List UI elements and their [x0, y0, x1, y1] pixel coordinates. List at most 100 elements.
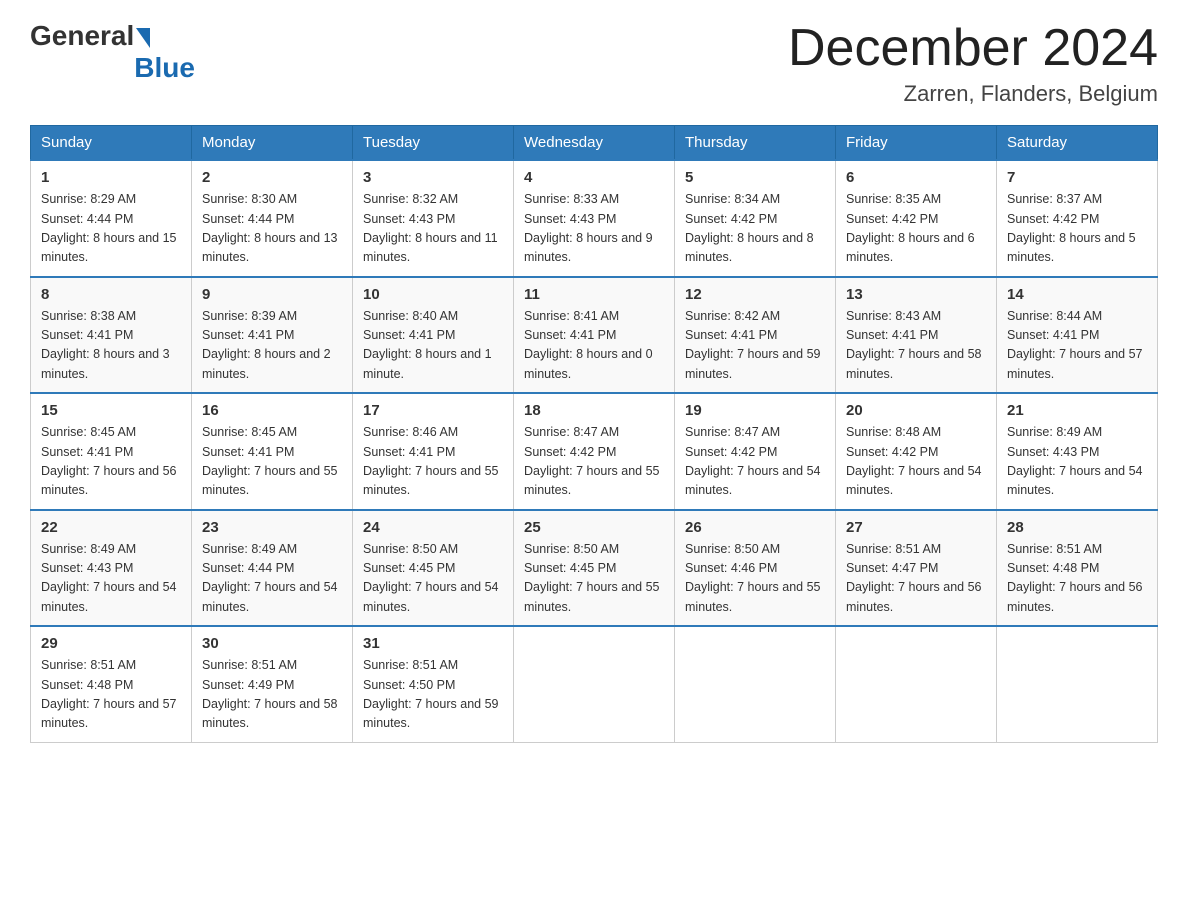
calendar-week-row: 22Sunrise: 8:49 AMSunset: 4:43 PMDayligh…: [31, 510, 1158, 627]
location-subtitle: Zarren, Flanders, Belgium: [788, 81, 1158, 107]
table-row: 22Sunrise: 8:49 AMSunset: 4:43 PMDayligh…: [31, 510, 192, 627]
logo: General General Blue: [30, 20, 195, 84]
day-info: Sunrise: 8:33 AMSunset: 4:43 PMDaylight:…: [524, 190, 664, 268]
table-row: 24Sunrise: 8:50 AMSunset: 4:45 PMDayligh…: [353, 510, 514, 627]
table-row: 21 Sunrise: 8:49 AMSunset: 4:43 PMDayligh…: [997, 393, 1158, 510]
month-title: December 2024: [788, 20, 1158, 77]
title-area: December 2024 Zarren, Flanders, Belgium: [788, 20, 1158, 107]
day-info: Sunrise: 8:30 AMSunset: 4:44 PMDaylight:…: [202, 190, 342, 268]
col-wednesday: Wednesday: [514, 126, 675, 161]
day-info: Sunrise: 8:49 AMSunset: 4:44 PMDaylight:…: [202, 540, 342, 618]
day-number: 4: [524, 169, 664, 186]
table-row: 13 Sunrise: 8:43 AMSunset: 4:41 PMDayligh…: [836, 277, 997, 394]
day-info: Sunrise: 8:51 AMSunset: 4:50 PMDaylight:…: [363, 656, 503, 734]
table-row: 8 Sunrise: 8:38 AMSunset: 4:41 PMDaylight…: [31, 277, 192, 394]
day-number: 25: [524, 519, 664, 536]
day-info: Sunrise: 8:45 AMSunset: 4:41 PMDaylight:…: [202, 423, 342, 501]
day-number: 9: [202, 286, 342, 303]
table-row: 16 Sunrise: 8:45 AMSunset: 4:41 PMDayligh…: [192, 393, 353, 510]
day-number: 29: [41, 635, 181, 652]
day-number: 19: [685, 402, 825, 419]
table-row: 14 Sunrise: 8:44 AMSunset: 4:41 PMDayligh…: [997, 277, 1158, 394]
day-number: 28: [1007, 519, 1147, 536]
day-info: Sunrise: 8:43 AMSunset: 4:41 PMDaylight:…: [846, 307, 986, 385]
day-info: Sunrise: 8:41 AMSunset: 4:41 PMDaylight:…: [524, 307, 664, 385]
table-row: 27 Sunrise: 8:51 AMSunset: 4:47 PMDayligh…: [836, 510, 997, 627]
table-row: 6 Sunrise: 8:35 AMSunset: 4:42 PMDaylight…: [836, 160, 997, 277]
table-row: 4 Sunrise: 8:33 AMSunset: 4:43 PMDaylight…: [514, 160, 675, 277]
day-info: Sunrise: 8:51 AMSunset: 4:48 PMDaylight:…: [1007, 540, 1147, 618]
table-row: [514, 626, 675, 742]
day-number: 18: [524, 402, 664, 419]
col-saturday: Saturday: [997, 126, 1158, 161]
table-row: 18Sunrise: 8:47 AMSunset: 4:42 PMDayligh…: [514, 393, 675, 510]
day-info: Sunrise: 8:50 AMSunset: 4:46 PMDaylight:…: [685, 540, 825, 618]
table-row: 25 Sunrise: 8:50 AMSunset: 4:45 PMDayligh…: [514, 510, 675, 627]
day-number: 13: [846, 286, 986, 303]
day-info: Sunrise: 8:38 AMSunset: 4:41 PMDaylight:…: [41, 307, 181, 385]
day-number: 17: [363, 402, 503, 419]
col-thursday: Thursday: [675, 126, 836, 161]
logo-triangle-icon: [136, 28, 150, 48]
col-tuesday: Tuesday: [353, 126, 514, 161]
table-row: 9 Sunrise: 8:39 AMSunset: 4:41 PMDaylight…: [192, 277, 353, 394]
col-sunday: Sunday: [31, 126, 192, 161]
day-number: 7: [1007, 169, 1147, 186]
day-number: 5: [685, 169, 825, 186]
day-number: 27: [846, 519, 986, 536]
table-row: 28 Sunrise: 8:51 AMSunset: 4:48 PMDayligh…: [997, 510, 1158, 627]
table-row: 11 Sunrise: 8:41 AMSunset: 4:41 PMDayligh…: [514, 277, 675, 394]
day-info: Sunrise: 8:51 AMSunset: 4:49 PMDaylight:…: [202, 656, 342, 734]
table-row: 2 Sunrise: 8:30 AMSunset: 4:44 PMDaylight…: [192, 160, 353, 277]
day-info: Sunrise: 8:45 AMSunset: 4:41 PMDaylight:…: [41, 423, 181, 501]
day-info: Sunrise: 8:51 AMSunset: 4:47 PMDaylight:…: [846, 540, 986, 618]
day-info: Sunrise: 8:51 AMSunset: 4:48 PMDaylight:…: [41, 656, 181, 734]
day-info: Sunrise: 8:49 AMSunset: 4:43 PMDaylight:…: [41, 540, 181, 618]
col-monday: Monday: [192, 126, 353, 161]
day-number: 26: [685, 519, 825, 536]
day-number: 2: [202, 169, 342, 186]
table-row: 20Sunrise: 8:48 AMSunset: 4:42 PMDayligh…: [836, 393, 997, 510]
day-number: 10: [363, 286, 503, 303]
calendar-week-row: 8 Sunrise: 8:38 AMSunset: 4:41 PMDaylight…: [31, 277, 1158, 394]
day-info: Sunrise: 8:37 AMSunset: 4:42 PMDaylight:…: [1007, 190, 1147, 268]
logo-blue-text: Blue: [134, 52, 195, 84]
day-info: Sunrise: 8:50 AMSunset: 4:45 PMDaylight:…: [524, 540, 664, 618]
day-number: 30: [202, 635, 342, 652]
day-number: 15: [41, 402, 181, 419]
logo-general-text: General: [30, 20, 134, 52]
day-info: Sunrise: 8:44 AMSunset: 4:41 PMDaylight:…: [1007, 307, 1147, 385]
calendar-week-row: 29 Sunrise: 8:51 AMSunset: 4:48 PMDayligh…: [31, 626, 1158, 742]
day-number: 8: [41, 286, 181, 303]
table-row: 3Sunrise: 8:32 AMSunset: 4:43 PMDaylight…: [353, 160, 514, 277]
day-info: Sunrise: 8:39 AMSunset: 4:41 PMDaylight:…: [202, 307, 342, 385]
day-number: 21: [1007, 402, 1147, 419]
day-info: Sunrise: 8:34 AMSunset: 4:42 PMDaylight:…: [685, 190, 825, 268]
table-row: [836, 626, 997, 742]
table-row: 12Sunrise: 8:42 AMSunset: 4:41 PMDayligh…: [675, 277, 836, 394]
day-info: Sunrise: 8:49 AMSunset: 4:43 PMDaylight:…: [1007, 423, 1147, 501]
page-header: General General Blue December 2024 Zarre…: [30, 20, 1158, 107]
table-row: 1Sunrise: 8:29 AMSunset: 4:44 PMDaylight…: [31, 160, 192, 277]
day-number: 14: [1007, 286, 1147, 303]
day-number: 6: [846, 169, 986, 186]
day-info: Sunrise: 8:47 AMSunset: 4:42 PMDaylight:…: [685, 423, 825, 501]
table-row: 30 Sunrise: 8:51 AMSunset: 4:49 PMDayligh…: [192, 626, 353, 742]
day-number: 11: [524, 286, 664, 303]
table-row: 5 Sunrise: 8:34 AMSunset: 4:42 PMDaylight…: [675, 160, 836, 277]
table-row: 19 Sunrise: 8:47 AMSunset: 4:42 PMDayligh…: [675, 393, 836, 510]
day-number: 1: [41, 169, 181, 186]
table-row: 31 Sunrise: 8:51 AMSunset: 4:50 PMDayligh…: [353, 626, 514, 742]
table-row: 10 Sunrise: 8:40 AMSunset: 4:41 PMDayligh…: [353, 277, 514, 394]
day-info: Sunrise: 8:35 AMSunset: 4:42 PMDaylight:…: [846, 190, 986, 268]
day-info: Sunrise: 8:48 AMSunset: 4:42 PMDaylight:…: [846, 423, 986, 501]
day-info: Sunrise: 8:50 AMSunset: 4:45 PMDaylight:…: [363, 540, 503, 618]
calendar-table: Sunday Monday Tuesday Wednesday Thursday…: [30, 125, 1158, 743]
table-row: 23 Sunrise: 8:49 AMSunset: 4:44 PMDayligh…: [192, 510, 353, 627]
table-row: [997, 626, 1158, 742]
day-number: 31: [363, 635, 503, 652]
day-info: Sunrise: 8:40 AMSunset: 4:41 PMDaylight:…: [363, 307, 503, 385]
day-number: 16: [202, 402, 342, 419]
table-row: 17Sunrise: 8:46 AMSunset: 4:41 PMDayligh…: [353, 393, 514, 510]
day-number: 23: [202, 519, 342, 536]
